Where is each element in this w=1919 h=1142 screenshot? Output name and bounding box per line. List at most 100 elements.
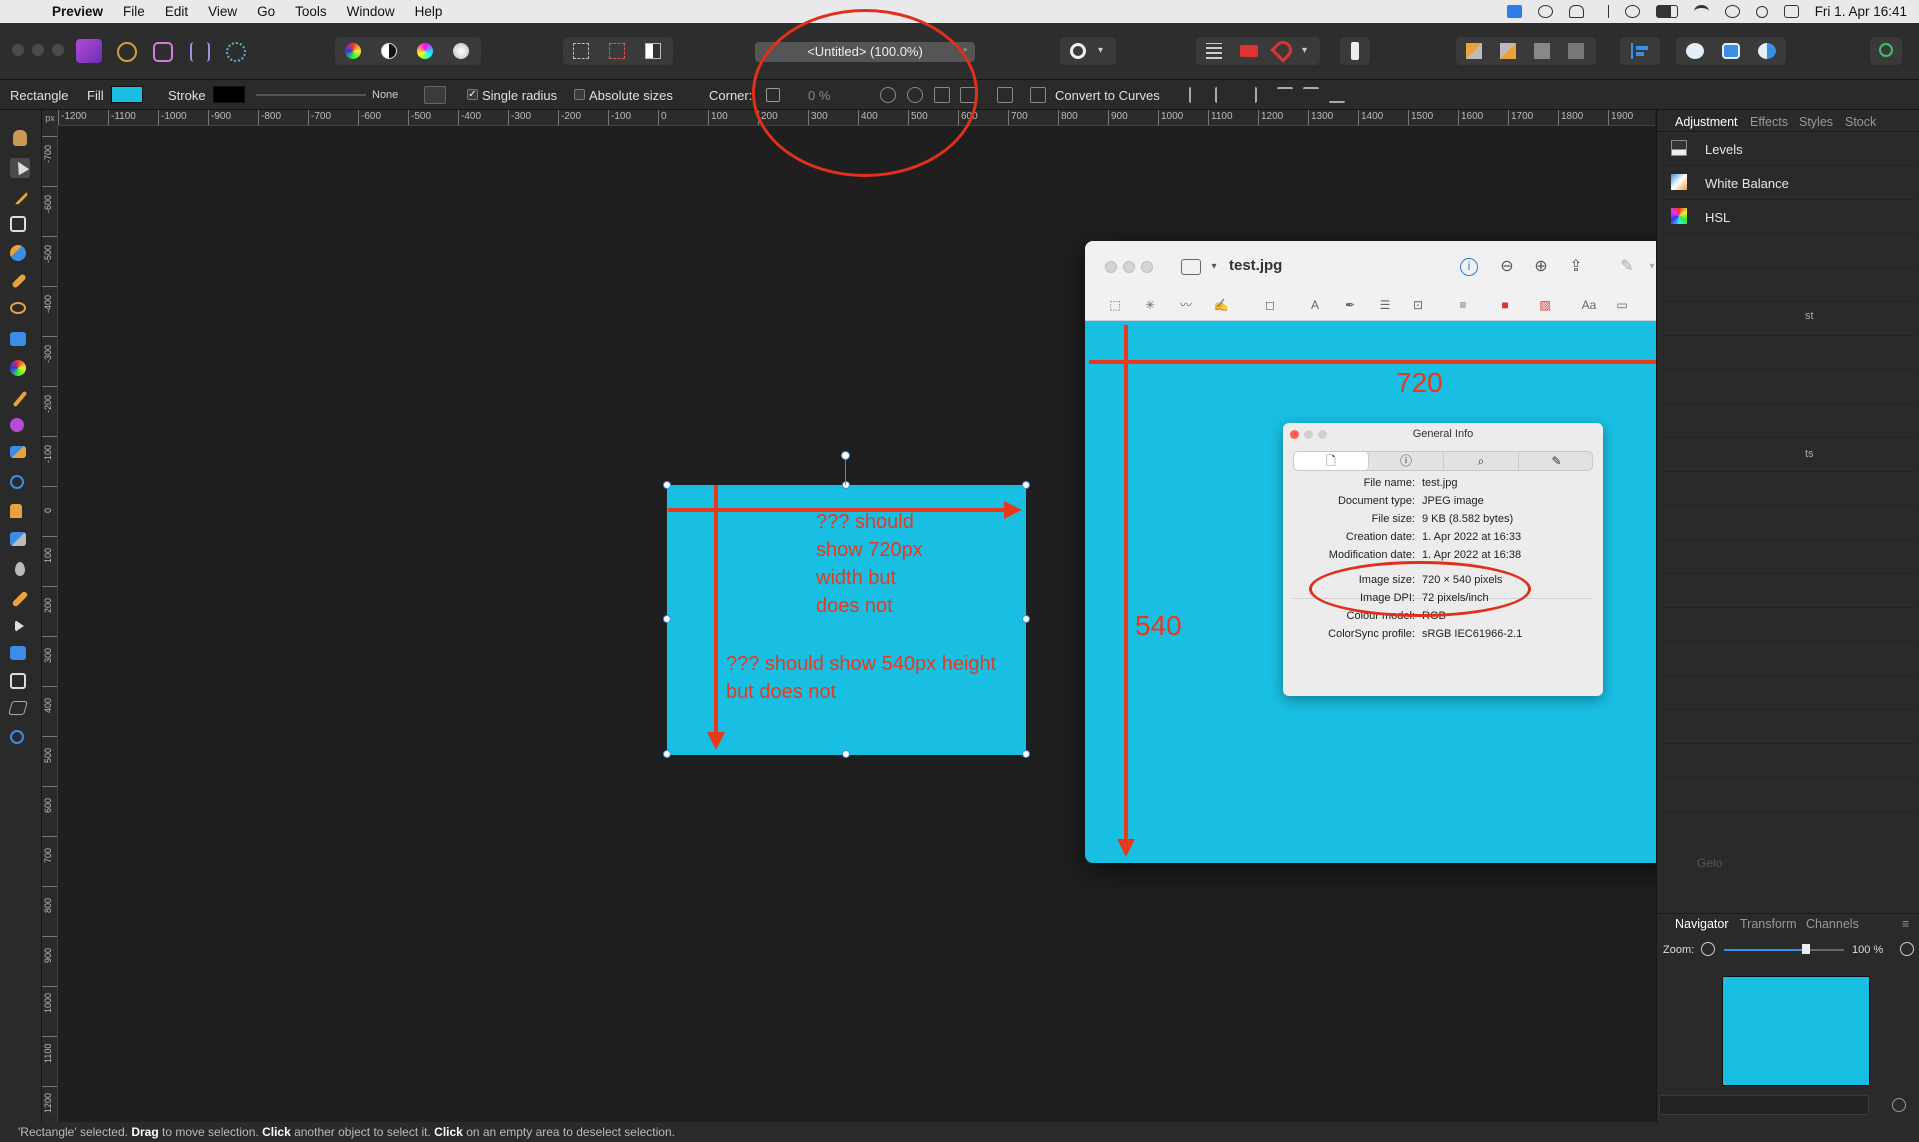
quick-mask-icon[interactable]	[1070, 43, 1086, 59]
menu-app[interactable]: Preview	[52, 4, 103, 19]
more-info-tab-icon[interactable]: ⓘ	[1369, 452, 1444, 470]
dodge-tool-icon[interactable]	[10, 475, 24, 489]
adjustment-row[interactable]	[1665, 302, 1915, 336]
zoom-in-icon[interactable]: ⊕	[1530, 256, 1552, 278]
general-info-panel[interactable]: General Info 🗋 ⓘ ⌕ ✎ File name: test.jpg …	[1283, 423, 1603, 696]
menu-file[interactable]: File	[123, 4, 145, 19]
tab-transform[interactable]: Transform	[1740, 917, 1797, 931]
annotations-tab-pencil-icon[interactable]: ✎	[1519, 452, 1594, 470]
fill-color-icon[interactable]: ▨	[1535, 296, 1555, 314]
menu-window[interactable]: Window	[347, 4, 395, 19]
gradient-tool-icon[interactable]	[10, 360, 26, 376]
battery-icon[interactable]	[1655, 5, 1678, 18]
snapping-dropdown-icon[interactable]: ▾	[1302, 45, 1307, 56]
menubar-datetime[interactable]: Fri 1. Apr 16:41	[1815, 4, 1907, 19]
adjustment-row[interactable]	[1665, 404, 1915, 438]
rotate-handle[interactable]	[841, 451, 850, 460]
stroke-width-value[interactable]: None	[372, 89, 398, 101]
wifi-icon[interactable]	[1693, 5, 1709, 18]
intersect-shapes-icon[interactable]	[1758, 43, 1776, 59]
flood-select-icon[interactable]	[11, 273, 27, 289]
deselect-icon[interactable]	[609, 43, 625, 59]
navigator-thumbnail[interactable]	[1722, 976, 1870, 1086]
sidebar-dropdown-icon[interactable]: ▾	[1203, 256, 1225, 278]
zoom-tool-icon[interactable]	[10, 730, 24, 744]
blur-brush-icon[interactable]	[15, 562, 25, 576]
adjustment-row[interactable]	[1665, 234, 1915, 268]
mesh-warp-icon[interactable]	[8, 701, 28, 715]
adjustment-row[interactable]	[1665, 472, 1915, 506]
menu-go[interactable]: Go	[257, 4, 275, 19]
sign-icon[interactable]: ✒	[1340, 296, 1360, 314]
account-icon[interactable]	[1879, 43, 1893, 57]
stroke-width-slider[interactable]	[256, 94, 366, 96]
move-to-front-icon[interactable]	[1568, 43, 1584, 59]
select-all-icon[interactable]	[573, 43, 589, 59]
snapping-magnet-icon[interactable]	[1270, 37, 1296, 63]
develop-persona-icon[interactable]	[153, 42, 173, 62]
freehand-select-icon[interactable]	[10, 302, 26, 314]
keywords-tab-search-icon[interactable]: ⌕	[1444, 452, 1519, 470]
adjustment-row[interactable]	[1665, 710, 1915, 744]
grid-icon[interactable]	[1206, 43, 1222, 59]
guides-icon[interactable]	[1240, 45, 1258, 57]
window-zoom-button[interactable]	[52, 44, 64, 56]
color-picker-icon[interactable]	[7, 184, 29, 206]
annotate-icon[interactable]: ▭	[1612, 296, 1632, 314]
adjustment-row[interactable]	[1665, 540, 1915, 574]
preview-zoom-button[interactable]	[1141, 261, 1153, 273]
navigator-view-select[interactable]	[1659, 1095, 1869, 1115]
spotlight-search-icon[interactable]	[1755, 5, 1768, 18]
vertical-ruler[interactable]: -700 -600 -500 -400 -300 -200 -100 0 100 200 300 40…	[42, 126, 58, 1122]
tab-styles[interactable]: Styles	[1799, 115, 1833, 129]
auto-white-balance-icon[interactable]	[453, 43, 469, 59]
adjustment-row[interactable]	[1665, 642, 1915, 676]
paint-brush-icon[interactable]	[12, 390, 28, 408]
user-icon[interactable]	[1724, 5, 1740, 18]
window-minimize-button[interactable]	[32, 44, 44, 56]
menu-help[interactable]: Help	[415, 4, 443, 19]
selection-brush-icon[interactable]	[10, 245, 26, 261]
flood-fill-icon[interactable]	[10, 332, 26, 346]
adjust-size-icon[interactable]: ⊡	[1408, 296, 1428, 314]
general-tab-document-icon[interactable]: 🗋	[1294, 452, 1369, 470]
text-style-icon[interactable]: Aa	[1579, 296, 1599, 314]
zoom-out-icon[interactable]: ⊖	[1496, 256, 1518, 278]
tab-effects[interactable]: Effects	[1750, 115, 1788, 129]
flip-icon[interactable]	[997, 87, 1013, 103]
bluetooth-icon[interactable]	[1600, 5, 1609, 18]
move-to-back-icon[interactable]	[1466, 43, 1482, 59]
preview-minimize-button[interactable]	[1123, 261, 1135, 273]
adjustment-row[interactable]	[1665, 268, 1915, 302]
selection-tool-icon[interactable]: ⬚	[1105, 296, 1125, 314]
stroke-settings-gear-icon[interactable]	[424, 86, 446, 104]
crop-tool-icon[interactable]	[10, 216, 26, 232]
tab-stock[interactable]: Stock	[1845, 115, 1876, 129]
time-machine-icon[interactable]	[1624, 5, 1640, 18]
markup-pen-icon[interactable]: ✎	[1616, 256, 1638, 278]
export-persona-icon[interactable]	[226, 42, 246, 62]
draw-icon[interactable]: ✍	[1211, 296, 1231, 314]
auto-colors-icon[interactable]	[417, 43, 433, 59]
move-tool-icon[interactable]	[10, 158, 30, 178]
liquify-persona-icon[interactable]	[117, 42, 137, 62]
play-status-icon[interactable]	[1537, 5, 1553, 18]
auto-contrast-icon[interactable]	[381, 43, 397, 59]
move-back-one-icon[interactable]	[1500, 43, 1516, 59]
auto-levels-icon[interactable]	[345, 43, 361, 59]
tab-adjustment[interactable]: Adjustment	[1675, 115, 1738, 129]
tab-channels[interactable]: Channels	[1806, 917, 1859, 931]
align-bottom-icon[interactable]	[1329, 87, 1345, 103]
sketch-icon[interactable]: 〰	[1176, 296, 1196, 314]
share-icon[interactable]: ⇪	[1565, 256, 1587, 278]
hand-tool-icon[interactable]	[13, 130, 27, 146]
stroke-color-swatch[interactable]	[213, 86, 245, 103]
navigator-settings-gear-icon[interactable]	[1892, 1098, 1906, 1112]
adjustment-row[interactable]	[1665, 506, 1915, 540]
border-color-icon[interactable]: ■	[1495, 296, 1515, 314]
zoom-in-button-icon[interactable]	[1900, 942, 1914, 956]
align-left-icon[interactable]	[1631, 43, 1649, 59]
convert-to-curves-icon[interactable]	[1030, 87, 1046, 103]
window-close-button[interactable]	[12, 44, 24, 56]
invert-selection-icon[interactable]	[645, 43, 661, 59]
